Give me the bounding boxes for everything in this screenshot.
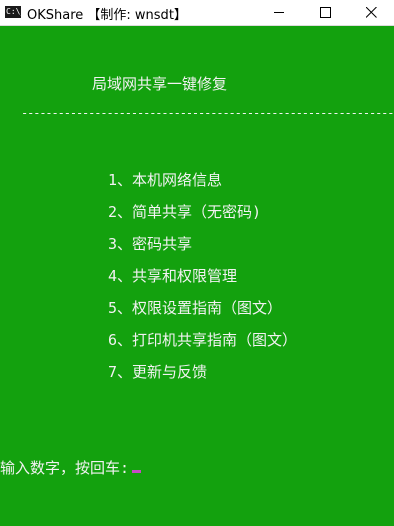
menu-item-1: 1、本机网络信息 (108, 171, 223, 189)
menu-item-3: 3、密码共享 (108, 235, 193, 253)
title-bar[interactable]: C:\_ OKShare 【制作: wnsdt】 (0, 0, 394, 26)
maximize-icon (320, 7, 331, 18)
console-window: C:\_ OKShare 【制作: wnsdt】 局域网共享一键修复 -----… (0, 0, 394, 526)
maximize-button[interactable] (302, 0, 348, 25)
close-icon (366, 7, 377, 18)
minimize-button[interactable] (256, 0, 302, 25)
menu-item-7: 7、更新与反馈 (108, 363, 208, 381)
menu-item-2: 2、简单共享（无密码) (108, 203, 262, 221)
minimize-icon (274, 12, 284, 13)
menu-item-6: 6、打印机共享指南（图文） (108, 331, 298, 349)
text-cursor[interactable] (132, 470, 141, 473)
input-prompt: 输入数字，按回车: (0, 459, 130, 477)
console-output[interactable]: 局域网共享一键修复 ------------------------------… (0, 26, 394, 526)
window-title: OKShare 【制作: wnsdt】 (27, 8, 187, 23)
menu-item-4: 4、共享和权限管理 (108, 267, 238, 285)
menu-item-5: 5、权限设置指南（图文） (108, 299, 283, 317)
separator-line: ----------------------------------------… (21, 106, 394, 120)
console-header: 局域网共享一键修复 (92, 75, 228, 93)
cmd-icon: C:\_ (5, 6, 26, 18)
close-button[interactable] (348, 0, 394, 25)
